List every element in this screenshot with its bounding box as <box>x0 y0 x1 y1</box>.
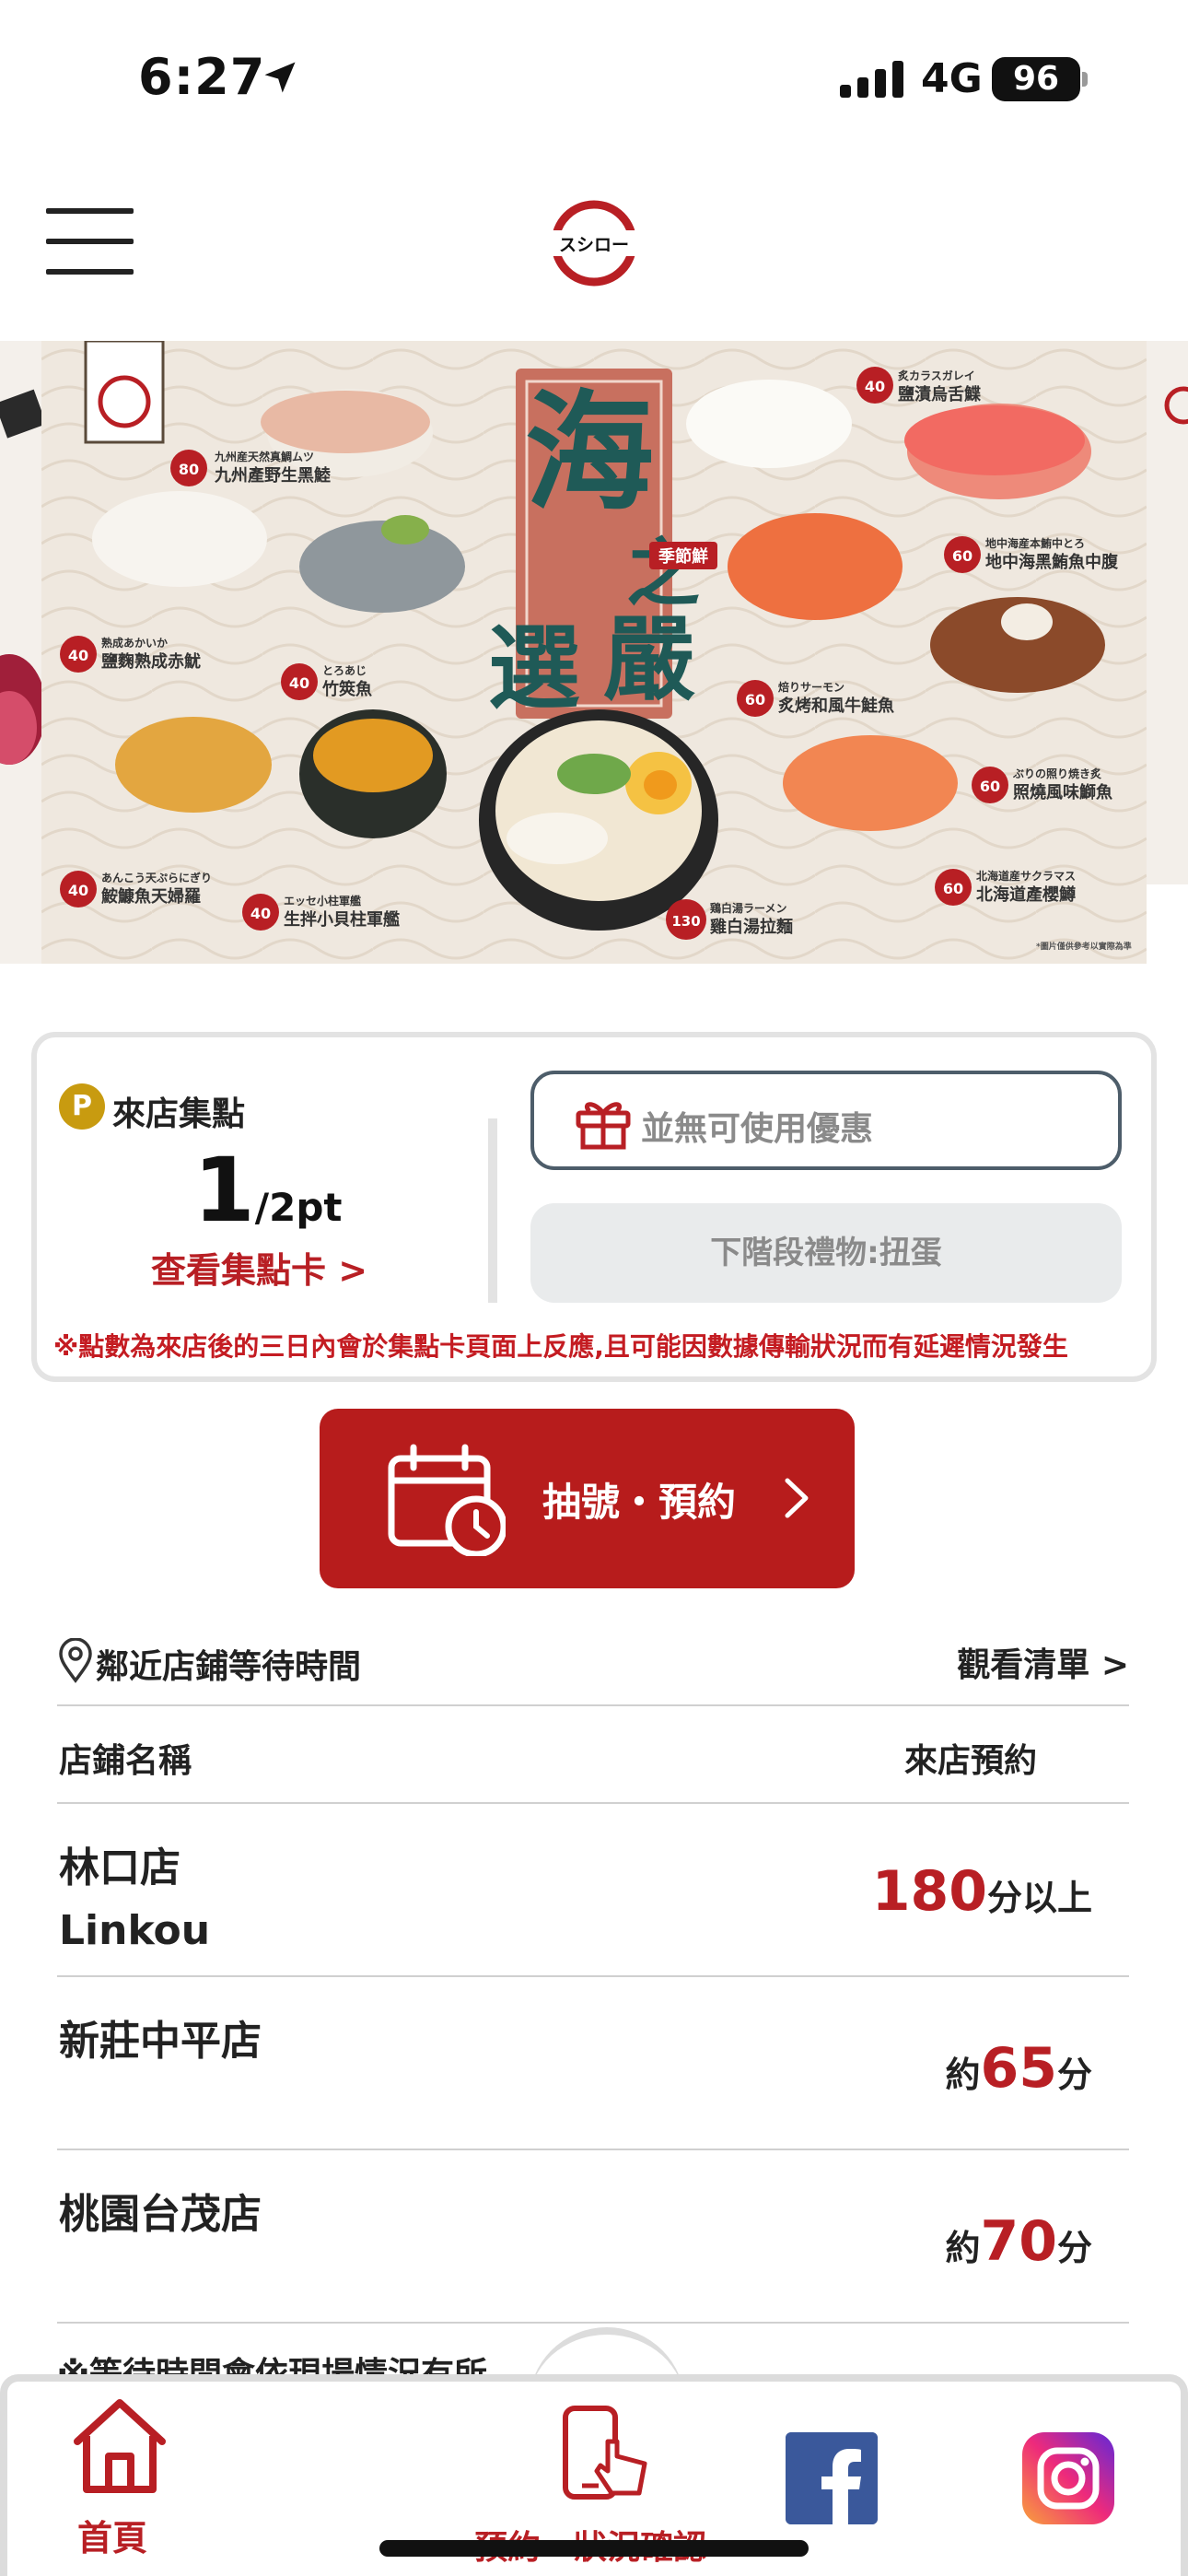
svg-text:40: 40 <box>68 647 88 664</box>
svg-text:竹筴魚: 竹筴魚 <box>321 679 372 699</box>
banner-peek-right <box>1147 341 1188 884</box>
svg-text:130: 130 <box>671 913 700 930</box>
sushiro-logo[interactable]: スシロー <box>548 197 640 289</box>
points-unit: /2pt <box>254 1185 343 1230</box>
svg-text:生拌小貝柱軍艦: 生拌小貝柱軍艦 <box>284 909 400 930</box>
store-name: 新莊中平店 <box>59 2018 262 2065</box>
signal-bars-icon <box>840 61 903 98</box>
facebook-icon[interactable] <box>786 2432 878 2524</box>
store-name: 林口店 Linkou <box>59 1844 211 1954</box>
svg-text:鶏白湯ラーメン: 鶏白湯ラーメン <box>710 901 787 915</box>
svg-text:炙烤和風牛鮭魚: 炙烤和風牛鮭魚 <box>778 696 894 716</box>
hamburger-icon[interactable] <box>46 208 134 275</box>
phone-tap-icon[interactable] <box>560 2405 652 2504</box>
coupon-text: 並無可使用優惠 <box>641 1110 874 1148</box>
banner-title-char-1: 海 <box>525 378 654 529</box>
wait-time: 180分以上 <box>871 1859 1092 1924</box>
svg-text:あんこう天ぷらにぎり: あんこう天ぷらにぎり <box>101 871 212 884</box>
points-card-title: 來店集點 <box>112 1095 246 1133</box>
svg-text:ぶりの照り焼き炙: ぶりの照り焼き炙 <box>1012 767 1101 780</box>
banner-tag: 季節鮮 <box>658 546 708 567</box>
points-note: ※點數為來店後的三日內會於集點卡頁面上反應,且可能因數據傳輸狀況而有延遲情況發生 <box>53 1331 1068 1362</box>
status-bar: 6:27 4G 96 <box>0 0 1188 157</box>
store-row-taoyuan[interactable]: 桃園台茂店 約70分 <box>57 2150 1129 2324</box>
store-row-xinzhuang[interactable]: 新莊中平店 約65分 <box>57 1977 1129 2150</box>
svg-text:60: 60 <box>745 691 765 708</box>
svg-text:鹽麴熟成赤魷: 鹽麴熟成赤魷 <box>101 651 201 672</box>
store-name: 桃園台茂店 <box>59 2191 262 2238</box>
banner-peek-left <box>0 341 41 964</box>
svg-text:焙りサーモン: 焙りサーモン <box>778 680 844 694</box>
wait-time: 約70分 <box>945 2209 1092 2274</box>
svg-text:鹽漬烏舌鰈: 鹽漬烏舌鰈 <box>898 384 982 404</box>
svg-text:雞白湯拉麵: 雞白湯拉麵 <box>709 917 793 937</box>
store-row-linkou[interactable]: 林口店 Linkou 180分以上 <box>57 1804 1129 1977</box>
next-gift-button[interactable]: 下階段禮物:扭蛋 <box>530 1203 1122 1303</box>
reserve-button-label: 抽號・預約 <box>542 1480 737 1525</box>
gift-icon <box>576 1102 631 1150</box>
svg-text:地中海黑鮪魚中腹: 地中海黑鮪魚中腹 <box>985 552 1119 572</box>
svg-text:40: 40 <box>865 378 885 395</box>
svg-text:九州產野生黑鯥: 九州產野生黑鯥 <box>214 465 331 486</box>
points-coin-icon: P <box>59 1083 105 1130</box>
calendar-clock-icon <box>388 1444 506 1556</box>
svg-text:鮟鱇魚天婦羅: 鮟鱇魚天婦羅 <box>101 886 201 907</box>
svg-text:40: 40 <box>68 882 88 899</box>
svg-text:九州産天然真鯛ムツ: 九州産天然真鯛ムツ <box>214 450 314 463</box>
home-indicator <box>379 2540 809 2557</box>
col-reservation: 來店預約 <box>904 1742 1038 1780</box>
nearby-wait-title: 鄰近店鋪等待時間 <box>96 1648 362 1686</box>
instagram-icon[interactable] <box>1022 2432 1114 2524</box>
svg-text:北海道產櫻鱒: 北海道產櫻鱒 <box>976 884 1076 905</box>
network-type: 4G <box>921 55 983 102</box>
promo-banner[interactable]: 海 之 選 嚴 季節鮮 80 九州産天然真鯛ムツ 九州產野生黑鯥 40 炙カラス… <box>41 341 1147 964</box>
points-value: 1 <box>193 1139 255 1242</box>
svg-text:エッセ小柱軍艦: エッセ小柱軍艦 <box>284 894 361 907</box>
points-card: P 來店集點 1/2pt 查看集點卡 > 並無可使用優惠 下階段禮物:扭蛋 ※點… <box>31 1032 1157 1382</box>
svg-text:60: 60 <box>980 778 1000 795</box>
svg-text:とろあじ: とろあじ <box>322 664 367 677</box>
card-divider <box>488 1118 497 1303</box>
app-header: スシロー <box>0 157 1188 341</box>
coupon-button[interactable]: 並無可使用優惠 <box>530 1071 1122 1170</box>
svg-text:40: 40 <box>289 674 309 692</box>
view-point-card-link[interactable]: 查看集點卡 > <box>151 1242 367 1293</box>
location-arrow-icon <box>264 62 296 93</box>
wait-time: 約65分 <box>945 2036 1092 2101</box>
view-list-link[interactable]: 觀看清單 > <box>957 1638 1129 1686</box>
points-count: 1/2pt <box>193 1139 343 1242</box>
battery-tip <box>1082 72 1088 87</box>
reserve-button[interactable]: 抽號・預約 <box>320 1409 855 1588</box>
chevron-right-icon <box>785 1478 809 1518</box>
svg-text:選: 選 <box>488 614 580 722</box>
svg-text:熟成あかいか: 熟成あかいか <box>101 636 168 650</box>
col-store-name: 店鋪名稱 <box>59 1742 192 1780</box>
table-header: 店鋪名稱 來店預約 <box>57 1706 1129 1804</box>
home-icon[interactable] <box>68 2395 171 2497</box>
svg-text:照燒風味鰤魚: 照燒風味鰤魚 <box>1013 782 1112 802</box>
svg-text:60: 60 <box>943 880 963 897</box>
svg-text:*圖片僅供參考以實際為準: *圖片僅供參考以實際為準 <box>1036 941 1132 952</box>
tab-home-label[interactable]: 首頁 <box>77 2510 147 2560</box>
nearby-wait-header: 鄰近店鋪等待時間 觀看清單 > <box>57 1631 1129 1706</box>
promo-banner-art: 海 之 選 嚴 季節鮮 80 九州産天然真鯛ムツ 九州產野生黑鯥 40 炙カラス… <box>41 341 1147 964</box>
status-time: 6:27 <box>138 48 266 106</box>
battery-icon: 96 <box>992 57 1080 101</box>
logo-text: スシロー <box>559 235 629 255</box>
svg-text:炙カラスガレイ: 炙カラスガレイ <box>898 369 975 382</box>
svg-text:北海道産サクラマス: 北海道産サクラマス <box>976 869 1076 883</box>
banner-price: 80 <box>179 461 199 478</box>
svg-text:40: 40 <box>250 905 271 922</box>
svg-text:嚴: 嚴 <box>603 604 695 713</box>
location-pin-icon <box>59 1638 92 1683</box>
svg-text:60: 60 <box>952 547 973 565</box>
svg-text:地中海産本鮪中とろ: 地中海産本鮪中とろ <box>985 536 1085 550</box>
